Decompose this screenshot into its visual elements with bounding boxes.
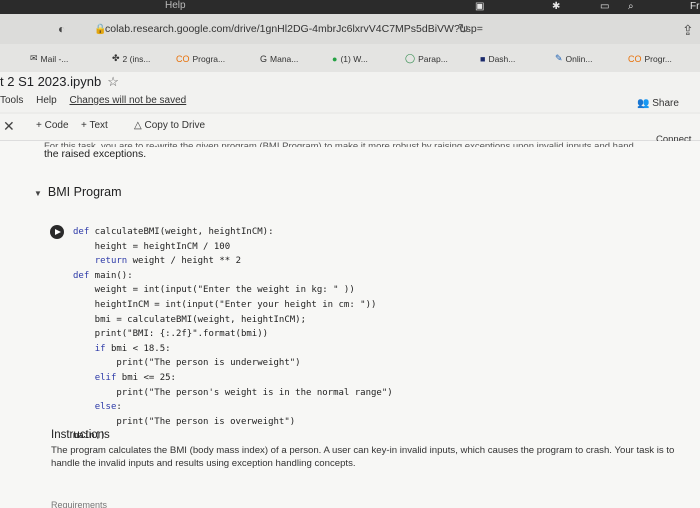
bookmark-progr[interactable]: CO Progr... (628, 51, 672, 66)
code-line: weight = int(input("Enter the weight in … (73, 285, 355, 296)
quillbot-icon: ◯ (405, 53, 416, 63)
bluetooth-icon[interactable]: ✱ (552, 1, 560, 12)
code-line: if bmi < 18.5: (94, 343, 171, 354)
search-icon[interactable]: ⌕ (628, 1, 634, 12)
address-url[interactable]: colab.research.google.com/drive/1gnHl2DG… (105, 23, 483, 35)
bookmark-icon: ✤ (112, 53, 120, 63)
star-icon[interactable]: ☆ (107, 74, 119, 89)
code-line: def calculateBMI(weight, heightInCM): (73, 227, 274, 237)
whatsapp-icon: ● (332, 53, 338, 64)
code-line: height = heightInCM / 100 (73, 241, 231, 252)
unsaved-notice[interactable]: Changes will not be saved (70, 95, 187, 106)
collapse-caret-icon[interactable]: ▼ (34, 189, 42, 198)
section-heading[interactable]: ▼ BMI Program (34, 185, 122, 199)
requirements-heading: Requirements (51, 500, 108, 508)
bookmark-mana[interactable]: G Mana... (260, 51, 298, 66)
notebook-menus: Tools Help Changes will not be saved (0, 95, 196, 106)
people-icon: 👥 (637, 98, 650, 109)
battery-icon: ▭ (600, 1, 610, 12)
menu-help[interactable]: Help (36, 95, 57, 106)
drive-icon: △ (134, 120, 142, 131)
code-line: heightInCM = int(input("Enter your heigh… (73, 299, 377, 310)
google-icon: G (260, 53, 268, 64)
code-line: print("BMI: {:.2f}".format(bmi)) (73, 329, 269, 340)
notebook-toolbar: ✕ + Code + Text △ Copy to Drive Connect (0, 114, 700, 145)
code-cell[interactable]: def calculateBMI(weight, heightInCM): he… (73, 225, 393, 444)
bookmark-onlin[interactable]: ✎ Onlin... (555, 51, 592, 66)
bookmark-mail[interactable]: ✉ Mail -... (30, 51, 68, 66)
bookmark-dash[interactable]: ■ Dash... (480, 51, 515, 66)
code-line: print("The person is overweight") (73, 416, 296, 427)
notebook-title[interactable]: t 2 S1 2023.ipynb ☆ (0, 74, 119, 90)
colab-icon: CO (628, 53, 642, 64)
instructions-text: The program calculates the BMI (body mas… (51, 445, 675, 469)
code-line: print("The person is underweight") (73, 358, 301, 369)
code-line: def main(): (73, 270, 133, 281)
dashboard-icon: ■ (480, 53, 486, 64)
code-line: print("The person's weight is in the nor… (73, 387, 393, 398)
share-button[interactable]: 👥 Share (637, 98, 679, 109)
run-cell-button[interactable] (50, 225, 64, 239)
os-menubar: Help ▣ ✱ ▭ ⌕ Fr (0, 0, 700, 14)
code-line: return weight / height ** 2 (94, 256, 241, 267)
instructions-heading: Instructions (51, 429, 110, 441)
pen-icon: ✎ (555, 53, 563, 63)
cut-off-text: For this task, you are to re-write the g… (44, 141, 634, 147)
code-line: bmi = calculateBMI(weight, heightInCM); (73, 314, 306, 325)
mail-icon: ✉ (30, 53, 38, 63)
menu-tools[interactable]: Tools (0, 95, 23, 106)
add-code-button[interactable]: + Code (36, 120, 69, 131)
bookmark-parap[interactable]: ◯ Parap... (405, 51, 448, 66)
bookmark-ins[interactable]: ✤ 2 (ins... (112, 51, 150, 66)
code-line: elif bmi <= 25: (94, 372, 176, 383)
code-line: else: (94, 402, 122, 413)
extension-icon[interactable]: ▣ (475, 1, 484, 12)
menubar-help-label[interactable]: Help (165, 0, 186, 11)
bookmarks-bar: ✉ Mail -... ✤ 2 (ins... CO Progra... G Mana.… (0, 44, 700, 72)
colab-icon: CO (176, 53, 190, 64)
bookmark-progra[interactable]: CO Progra... (176, 51, 225, 66)
address-bar: ◐ 🔒 colab.research.google.com/drive/1gnH… (0, 14, 700, 44)
browser-share-icon[interactable]: ⇪ (682, 22, 694, 39)
close-icon[interactable]: ✕ (3, 118, 15, 135)
reload-icon[interactable]: ↻ (458, 21, 469, 37)
text-cell-raised: the raised exceptions. (44, 148, 147, 160)
add-text-button[interactable]: + Text (81, 120, 108, 131)
copy-to-drive-button[interactable]: △ Copy to Drive (134, 120, 205, 131)
bookmark-w[interactable]: ● (1) W... (332, 51, 368, 66)
system-text: Fr (690, 1, 700, 12)
brave-shield-icon[interactable]: ◐ (58, 22, 65, 36)
